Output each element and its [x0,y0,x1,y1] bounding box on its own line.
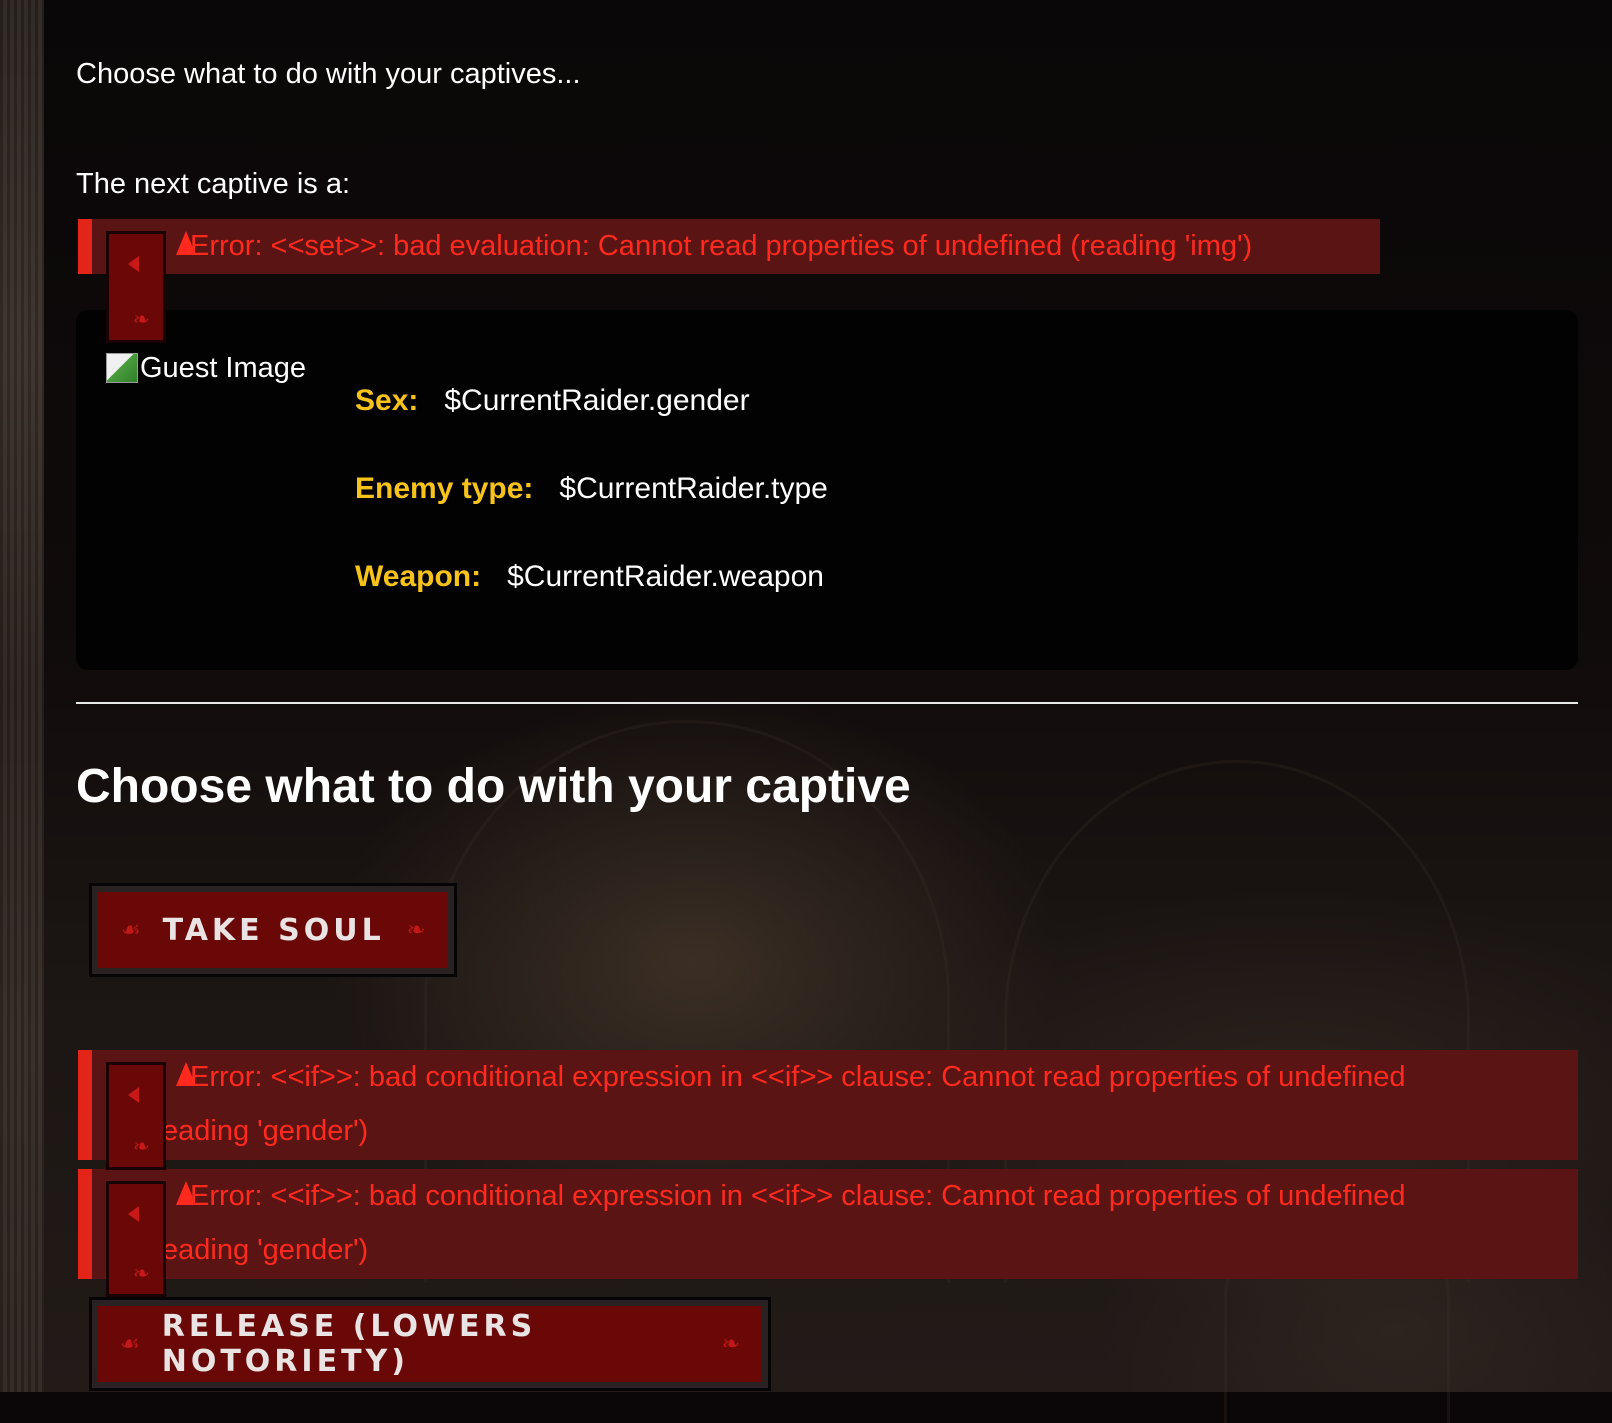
next-captive-text: The next captive is a: [76,168,351,200]
error-toggle-button[interactable]: ❧ [106,1062,166,1170]
guest-image: Guest Image [106,350,306,386]
error-text: Error: <<set>>: bad evaluation: Cannot r… [190,230,1253,262]
error-text-continued: eading 'gender') [162,1234,369,1266]
fleuron-icon: ☙ [120,917,141,943]
fleuron-icon: ☙ [120,1331,140,1357]
fleuron-icon: ❧ [133,309,150,331]
error-text: Error: <<if>>: bad conditional expressio… [190,1180,1406,1212]
stat-type-label: Enemy type: [355,472,534,505]
warning-icon [176,1062,196,1086]
release-button[interactable]: ☙ RELEASE (LOWERS NOTORIETY) ❧ [89,1297,771,1391]
take-soul-button[interactable]: ☙ TAKE SOUL ❧ [89,883,457,977]
stat-type-value: $CurrentRaider.type [559,472,828,505]
stat-weapon: Weapon: $CurrentRaider.weapon [355,559,824,595]
divider [76,702,1578,704]
triangle-left-icon [128,1087,139,1103]
release-label: RELEASE (LOWERS NOTORIETY) [161,1309,537,1379]
stat-weapon-label: Weapon: [355,560,482,593]
error-message-if: Error: <<if>>: bad conditional expressio… [78,1050,1578,1160]
background-wall-strip [0,0,47,1392]
intro-text: Choose what to do with your captives... [76,58,581,90]
stat-enemy-type: Enemy type: $CurrentRaider.type [355,471,828,507]
stat-sex: Sex: $CurrentRaider.gender [355,383,750,419]
error-text: Error: <<if>>: bad conditional expressio… [190,1061,1406,1093]
error-message-if: Error: <<if>>: bad conditional expressio… [78,1169,1578,1279]
broken-image-icon [106,353,138,383]
stat-sex-value: $CurrentRaider.gender [444,384,750,417]
error-toggle-button[interactable]: ❧ [106,1181,166,1297]
warning-icon [176,1181,196,1205]
fleuron-icon: ❧ [133,1263,150,1285]
take-soul-label: TAKE SOUL [162,912,385,948]
page-heading: Choose what to do with your captive [76,760,911,813]
triangle-left-icon [128,1206,139,1222]
fleuron-icon: ❧ [721,1331,740,1357]
stat-weapon-value: $CurrentRaider.weapon [507,560,824,593]
warning-icon [176,231,196,255]
fleuron-icon: ❧ [406,917,426,943]
error-text-continued: eading 'gender') [162,1115,369,1147]
stat-sex-label: Sex: [355,384,419,417]
error-message-set: Error: <<set>>: bad evaluation: Cannot r… [78,219,1380,274]
guest-image-alt: Guest Image [140,352,307,384]
error-toggle-button[interactable]: ❧ [106,231,166,343]
fleuron-icon: ❧ [133,1136,150,1158]
triangle-left-icon [128,256,139,272]
